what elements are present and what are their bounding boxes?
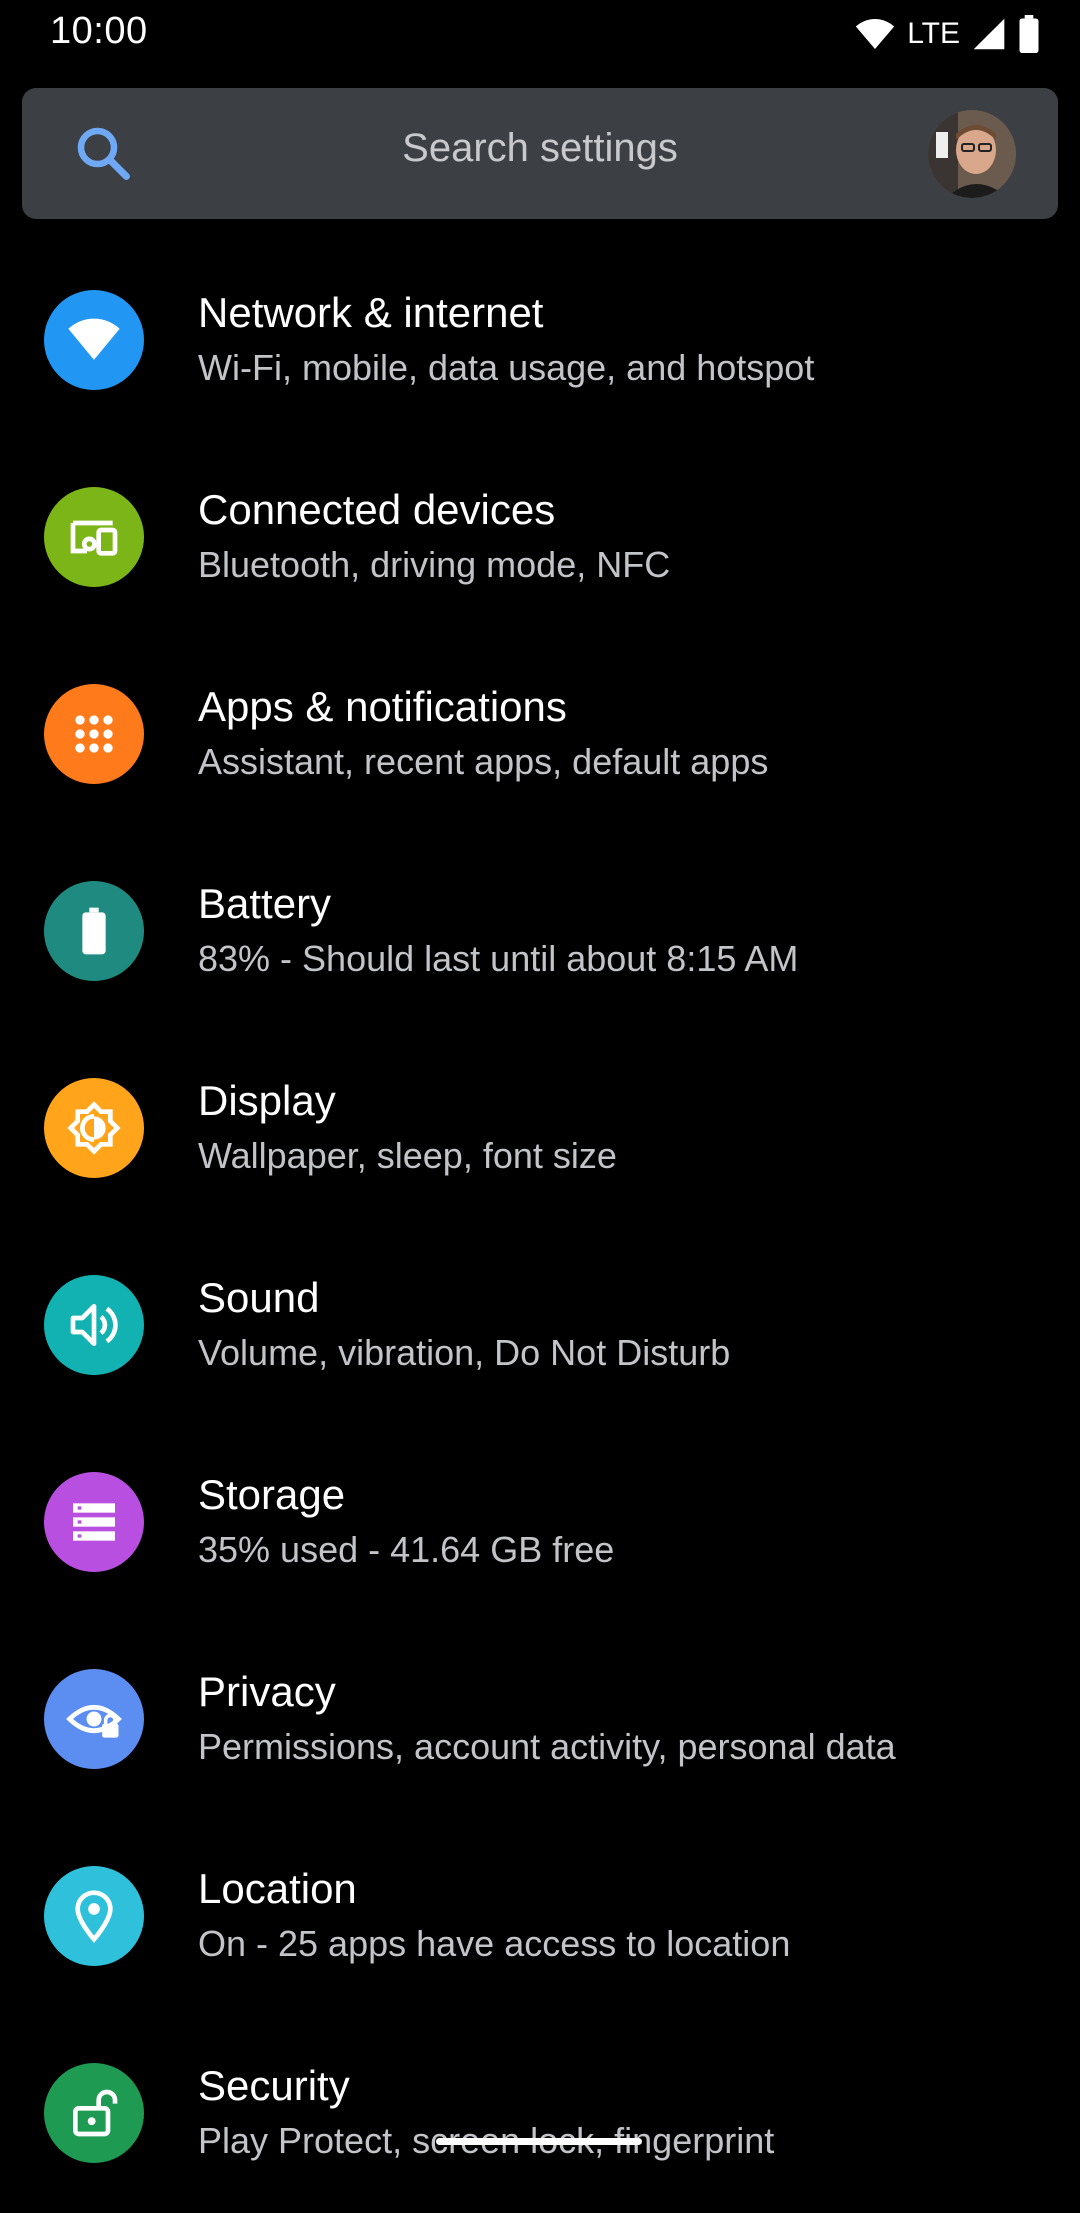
- network-type-label: LTE: [907, 17, 960, 50]
- settings-item-network[interactable]: Network & internet Wi-Fi, mobile, data u…: [0, 243, 1080, 440]
- settings-item-title: Privacy: [198, 1668, 336, 1715]
- wifi-status-icon: [856, 19, 895, 49]
- settings-item-connected-devices[interactable]: Connected devices Bluetooth, driving mod…: [0, 440, 1080, 637]
- settings-item-storage[interactable]: Storage 35% used - 41.64 GB free: [0, 1425, 1080, 1622]
- location-pin-icon: [44, 1866, 144, 1966]
- settings-item-subtitle: Assistant, recent apps, default apps: [198, 741, 769, 782]
- settings-item-subtitle: Wallpaper, sleep, font size: [198, 1135, 617, 1176]
- privacy-eye-icon: [44, 1669, 144, 1769]
- settings-item-display[interactable]: Display Wallpaper, sleep, font size: [0, 1031, 1080, 1228]
- wifi-icon: [44, 290, 144, 390]
- settings-item-location[interactable]: Location On - 25 apps have access to loc…: [0, 1819, 1080, 2016]
- status-time: 10:00: [50, 10, 148, 52]
- settings-item-title: Connected devices: [198, 486, 556, 533]
- settings-item-sound[interactable]: Sound Volume, vibration, Do Not Disturb: [0, 1228, 1080, 1425]
- settings-item-title: Storage: [198, 1471, 346, 1518]
- settings-item-subtitle: Permissions, account activity, personal …: [198, 1726, 896, 1767]
- settings-list: Network & internet Wi-Fi, mobile, data u…: [0, 243, 1080, 2213]
- settings-item-subtitle: On - 25 apps have access to location: [198, 1923, 791, 1964]
- settings-item-title: Battery: [198, 880, 332, 927]
- lock-open-icon: [44, 2063, 144, 2163]
- battery-status-icon: [1019, 15, 1039, 53]
- settings-item-title: Display: [198, 1077, 336, 1124]
- settings-item-security[interactable]: Security Play Protect, screen lock, fing…: [0, 2016, 1080, 2213]
- settings-item-subtitle: Wi-Fi, mobile, data usage, and hotspot: [198, 347, 815, 388]
- settings-item-battery[interactable]: Battery 83% - Should last until about 8:…: [0, 834, 1080, 1031]
- cell-signal-icon: [973, 18, 1005, 50]
- settings-item-subtitle: Bluetooth, driving mode, NFC: [198, 544, 671, 585]
- devices-icon: [44, 487, 144, 587]
- settings-item-title: Sound: [198, 1274, 320, 1321]
- storage-icon: [44, 1472, 144, 1572]
- battery-icon: [44, 881, 144, 981]
- status-icons: LTE: [855, 14, 1040, 54]
- search-input[interactable]: Search settings: [22, 126, 1058, 171]
- brightness-icon: [44, 1078, 144, 1178]
- settings-item-title: Apps & notifications: [198, 683, 567, 730]
- status-bar: 10:00 LTE: [0, 0, 1080, 66]
- avatar[interactable]: [928, 110, 1016, 198]
- gesture-nav-bar[interactable]: [436, 2138, 642, 2145]
- settings-item-title: Network & internet: [198, 289, 544, 336]
- settings-item-subtitle: 35% used - 41.64 GB free: [198, 1529, 615, 1570]
- volume-icon: [44, 1275, 144, 1375]
- settings-item-title: Security: [198, 2062, 350, 2109]
- apps-grid-icon: [44, 684, 144, 784]
- settings-item-title: Location: [198, 1865, 357, 1912]
- settings-item-privacy[interactable]: Privacy Permissions, account activity, p…: [0, 1622, 1080, 1819]
- settings-item-subtitle: Volume, vibration, Do Not Disturb: [198, 1332, 731, 1373]
- search-bar[interactable]: Search settings: [22, 88, 1058, 219]
- settings-item-subtitle: 83% - Should last until about 8:15 AM: [198, 938, 799, 979]
- settings-item-apps[interactable]: Apps & notifications Assistant, recent a…: [0, 637, 1080, 834]
